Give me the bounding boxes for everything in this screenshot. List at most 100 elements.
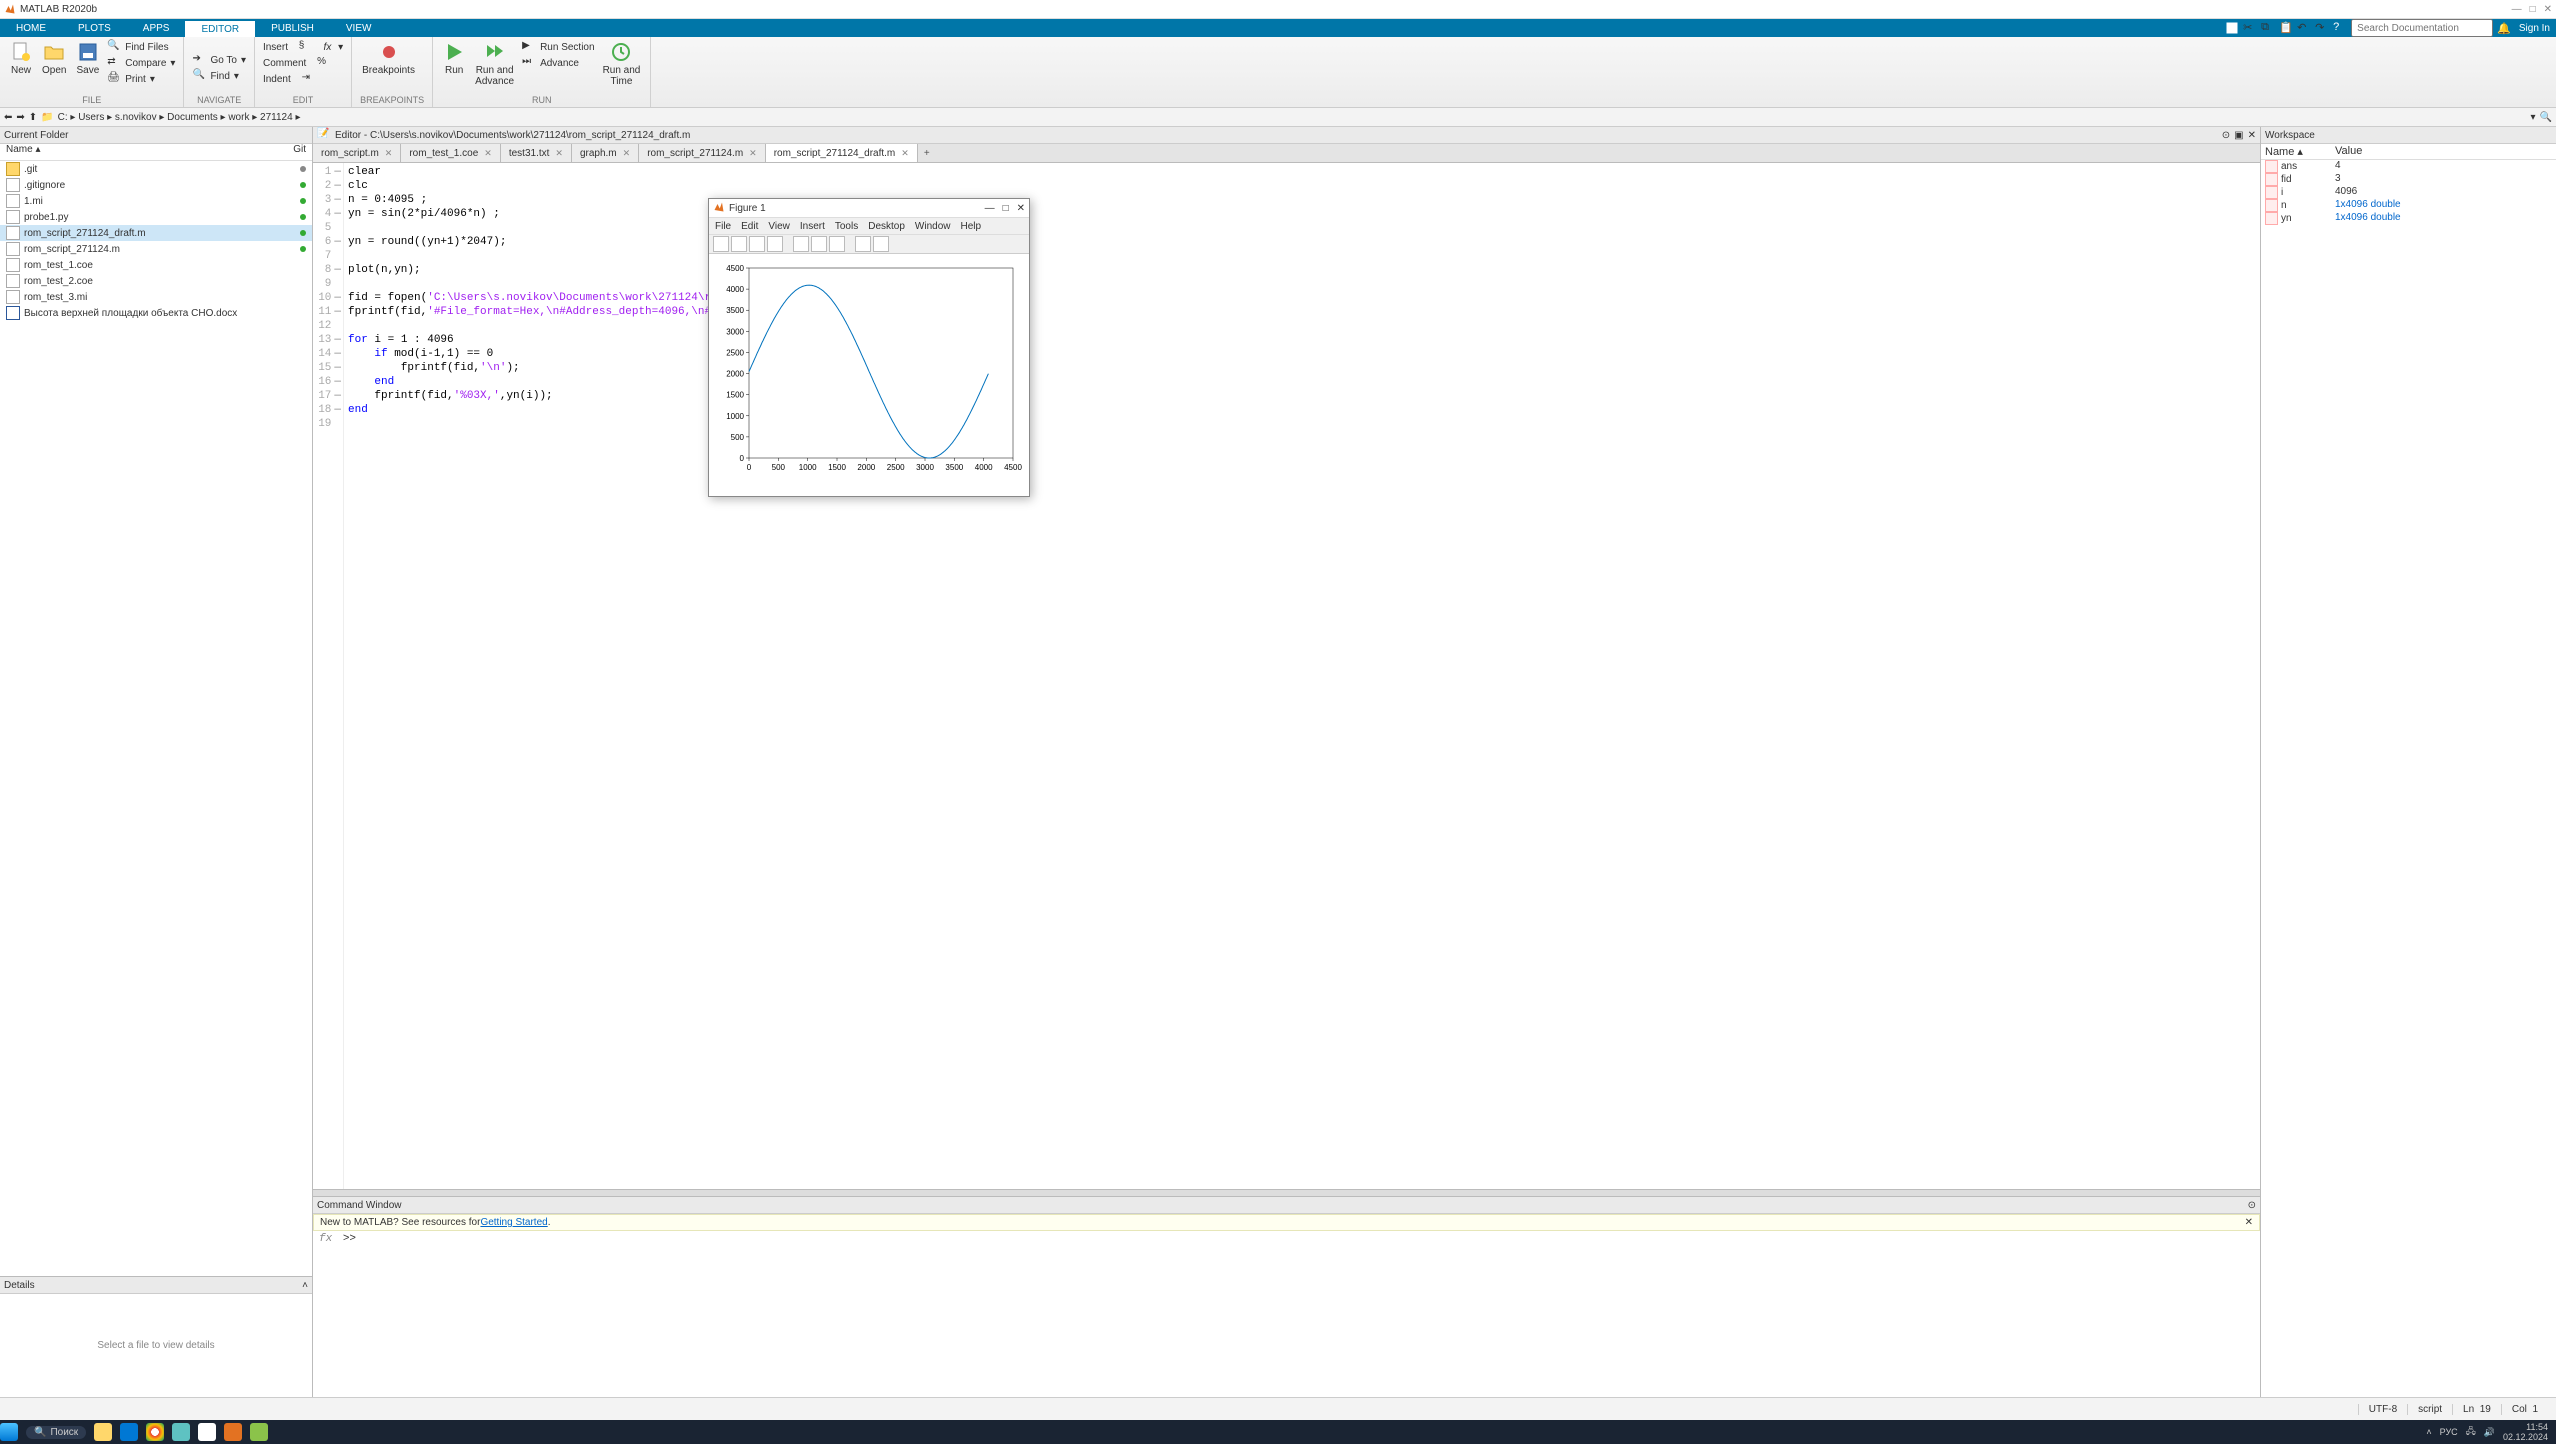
- main-tab-view[interactable]: VIEW: [330, 19, 388, 37]
- editor-dock-icon[interactable]: ⊙: [2222, 130, 2230, 141]
- breadcrumb-node[interactable]: Documents: [167, 112, 218, 123]
- breakpoints-button[interactable]: Breakpoints: [360, 39, 417, 78]
- tray-volume-icon[interactable]: 🔊: [2484, 1427, 2495, 1438]
- editor-tab[interactable]: graph.m✕: [572, 144, 639, 162]
- editor-tab-close-icon[interactable]: ✕: [749, 148, 757, 159]
- cf-col-name[interactable]: Name ▴: [6, 144, 266, 160]
- editor-tab-close-icon[interactable]: ✕: [623, 148, 631, 159]
- app-icon[interactable]: [250, 1423, 268, 1441]
- chrome-icon[interactable]: [146, 1423, 164, 1441]
- breadcrumb-node[interactable]: 271124: [260, 112, 293, 123]
- tray-chevron-icon[interactable]: ˄: [2426, 1427, 2431, 1437]
- new-file-button[interactable]: New: [8, 39, 34, 78]
- main-tab-plots[interactable]: PLOTS: [62, 19, 127, 37]
- explorer-icon[interactable]: [94, 1423, 112, 1441]
- store-icon[interactable]: [172, 1423, 190, 1441]
- ws-col-name[interactable]: Name ▴: [2265, 145, 2335, 158]
- fig-link-icon[interactable]: [855, 236, 871, 252]
- advance-button[interactable]: ⏭Advance: [522, 55, 594, 71]
- command-input[interactable]: fx >>: [313, 1231, 2260, 1397]
- banner-close-icon[interactable]: ✕: [2245, 1217, 2253, 1228]
- fig-open-icon[interactable]: [731, 236, 747, 252]
- main-tab-editor[interactable]: EDITOR: [185, 19, 255, 37]
- fig-colorbar-icon[interactable]: [873, 236, 889, 252]
- run-button[interactable]: Run: [441, 39, 467, 78]
- tray-lang[interactable]: РУС: [2440, 1427, 2458, 1437]
- workspace-row[interactable]: ans4: [2261, 160, 2556, 173]
- variable-value[interactable]: 1x4096 double: [2335, 199, 2401, 210]
- fig-new-icon[interactable]: [713, 236, 729, 252]
- copy-icon[interactable]: ⧉: [2261, 21, 2275, 35]
- fig-datacursor-icon[interactable]: [829, 236, 845, 252]
- run-and-advance-button[interactable]: Run and Advance: [473, 39, 516, 89]
- editor-tab[interactable]: test31.txt✕: [501, 144, 572, 162]
- cmdwin-dock-icon[interactable]: ⊙: [2248, 1200, 2256, 1211]
- breadcrumb-node[interactable]: Users: [78, 112, 104, 123]
- indent-button[interactable]: Indent ⇥: [263, 71, 343, 87]
- figure-minimize-button[interactable]: —: [985, 203, 995, 214]
- find-button[interactable]: 🔍Find ▾: [192, 68, 246, 84]
- editor-tab-close-icon[interactable]: ✕: [484, 148, 492, 159]
- window-maximize-button[interactable]: □: [2530, 4, 2536, 15]
- editor-maximize-icon[interactable]: ▣: [2234, 130, 2243, 141]
- file-row[interactable]: 1.mi: [0, 193, 312, 209]
- editor-tab[interactable]: rom_script_271124_draft.m✕: [766, 144, 918, 162]
- breadcrumb-node[interactable]: C:: [58, 112, 68, 123]
- start-button[interactable]: [0, 1423, 18, 1441]
- run-section-button[interactable]: ▶Run Section: [522, 39, 594, 55]
- folder-icon[interactable]: 📁: [41, 112, 53, 123]
- editor-tab[interactable]: rom_script_271124.m✕: [639, 144, 766, 162]
- breadcrumb-node[interactable]: s.novikov: [115, 112, 157, 123]
- main-tab-publish[interactable]: PUBLISH: [255, 19, 330, 37]
- file-row[interactable]: rom_script_271124_draft.m: [0, 225, 312, 241]
- comment-button[interactable]: Comment %: [263, 55, 343, 71]
- fig-print-icon[interactable]: [767, 236, 783, 252]
- redo-icon[interactable]: ↷: [2315, 21, 2329, 35]
- file-row[interactable]: rom_test_1.coe: [0, 257, 312, 273]
- address-dropdown-icon[interactable]: ▾: [2531, 112, 2536, 123]
- find-files-button[interactable]: 🔍Find Files: [107, 39, 175, 55]
- editor-tab-close-icon[interactable]: ✕: [901, 148, 909, 159]
- variable-value[interactable]: 1x4096 double: [2335, 212, 2401, 223]
- editor-tab-close-icon[interactable]: ✕: [385, 148, 393, 159]
- file-row[interactable]: rom_test_3.mi: [0, 289, 312, 305]
- editor-tab[interactable]: rom_test_1.coe✕: [401, 144, 500, 162]
- save-all-icon[interactable]: [2225, 21, 2239, 35]
- save-file-button[interactable]: Save: [74, 39, 101, 78]
- horizontal-splitter[interactable]: [313, 1189, 2260, 1197]
- fig-rotate-icon[interactable]: [811, 236, 827, 252]
- nav-up-icon[interactable]: ⬆: [29, 112, 37, 123]
- figure-menu-desktop[interactable]: Desktop: [868, 221, 905, 232]
- file-row[interactable]: rom_test_2.coe: [0, 273, 312, 289]
- figure-menu-help[interactable]: Help: [961, 221, 982, 232]
- file-row[interactable]: probe1.py: [0, 209, 312, 225]
- cf-col-git[interactable]: Git: [266, 144, 306, 160]
- editor-close-icon[interactable]: ✕: [2248, 130, 2256, 141]
- taskbar-search[interactable]: 🔍Поиск: [26, 1426, 86, 1439]
- open-file-button[interactable]: Open: [40, 39, 68, 78]
- figure-window[interactable]: Figure 1 — □ ✕ FileEditViewInsertToolsDe…: [708, 198, 1030, 497]
- details-collapse-icon[interactable]: ˄: [302, 1280, 308, 1291]
- figure-close-button[interactable]: ✕: [1017, 203, 1025, 214]
- window-minimize-button[interactable]: —: [2512, 4, 2522, 15]
- file-row[interactable]: Высота верхней площадки объекта СНО.docx: [0, 305, 312, 321]
- workspace-row[interactable]: n1x4096 double: [2261, 199, 2556, 212]
- help-icon[interactable]: ?: [2333, 21, 2347, 35]
- workspace-grid[interactable]: ans4fid3i4096n1x4096 doubleyn1x4096 doub…: [2261, 160, 2556, 1397]
- figure-menu-tools[interactable]: Tools: [835, 221, 858, 232]
- cut-icon[interactable]: ✂: [2243, 21, 2257, 35]
- breadcrumb-node[interactable]: work: [228, 112, 249, 123]
- figure-maximize-button[interactable]: □: [1003, 203, 1009, 214]
- undo-icon[interactable]: ↶: [2297, 21, 2311, 35]
- line-gutter[interactable]: 1—2—3—4—5 6—7 8—9 10—11—12 13—14—15—16—1…: [313, 163, 344, 1189]
- file-row[interactable]: rom_script_271124.m: [0, 241, 312, 257]
- figure-menu-window[interactable]: Window: [915, 221, 951, 232]
- editor-tab[interactable]: rom_script.m✕: [313, 144, 401, 162]
- nav-fwd-icon[interactable]: ➡: [16, 112, 24, 123]
- search-doc-input[interactable]: [2351, 19, 2493, 37]
- fig-edit-icon[interactable]: [793, 236, 809, 252]
- yandex-icon[interactable]: [198, 1423, 216, 1441]
- notifications-icon[interactable]: 🔔: [2497, 22, 2511, 35]
- file-tree[interactable]: .git.gitignore1.miprobe1.pyrom_script_27…: [0, 161, 312, 1276]
- figure-menu-view[interactable]: View: [768, 221, 790, 232]
